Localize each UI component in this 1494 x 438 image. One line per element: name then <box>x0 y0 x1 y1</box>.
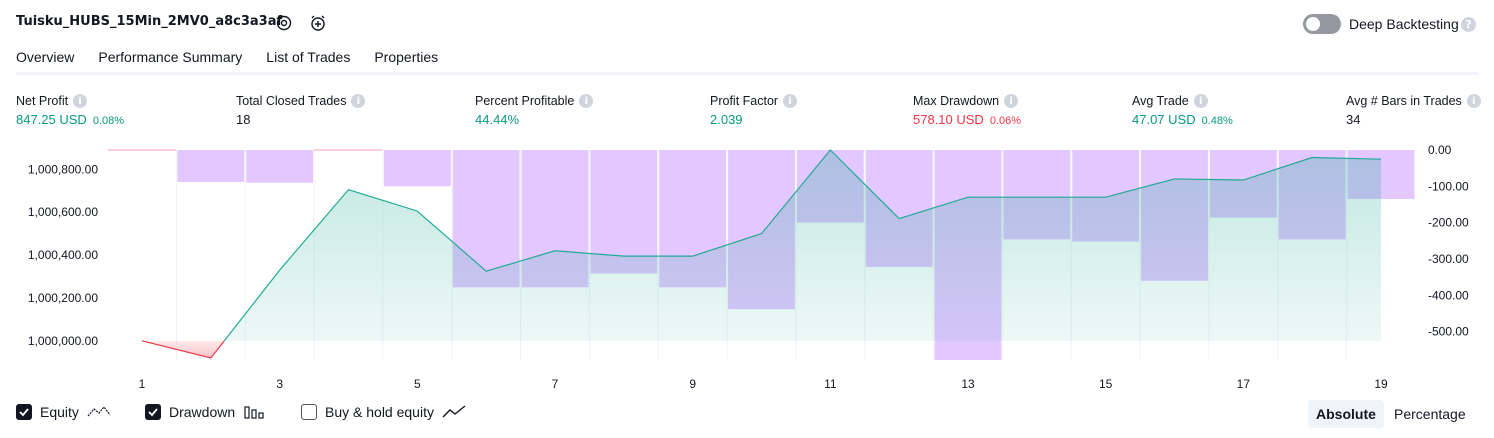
info-icon[interactable]: i <box>1193 94 1208 108</box>
right-axis-tick-label: -300.00 <box>1428 252 1469 266</box>
x-axis-tick-label: 5 <box>414 377 421 391</box>
legend-drawdown[interactable]: Drawdown <box>145 404 265 420</box>
buy-hold-checkbox[interactable] <box>301 404 317 420</box>
x-axis-tick-label: 9 <box>689 377 696 391</box>
gear-icon <box>276 15 292 31</box>
metric-value: 44.44% <box>475 112 520 127</box>
metric-value: 847.25 USD <box>16 112 87 127</box>
absolute-toggle[interactable]: Absolute <box>1308 400 1384 428</box>
alarm-clock-plus-icon <box>311 15 325 31</box>
metric-label: Net Profit <box>16 94 69 108</box>
x-axis-tick-label: 1 <box>139 377 146 391</box>
left-axis-tick-label: 1,000,600.00 <box>28 205 98 219</box>
left-axis-tick-label: 1,000,800.00 <box>28 162 98 176</box>
metric-label: Profit Factor <box>710 94 779 108</box>
drawdown-bar <box>383 150 451 187</box>
tab-properties[interactable]: Properties <box>374 47 438 75</box>
equity-line-icon <box>87 406 111 417</box>
legend-equity[interactable]: Equity <box>16 404 111 420</box>
right-axis-tick-label: 0.00 <box>1428 143 1452 157</box>
deep-backtesting-toggle[interactable] <box>1303 14 1341 34</box>
percentage-toggle[interactable]: Percentage <box>1386 400 1474 428</box>
left-axis-tick-label: 1,000,000.00 <box>28 334 98 348</box>
metric-percent: 0.06% <box>989 115 1022 127</box>
metric-label: Avg Trade <box>1132 94 1189 108</box>
legend-equity-label: Equity <box>40 404 79 420</box>
tab-overview[interactable]: Overview <box>16 47 75 75</box>
settings-icon[interactable] <box>274 13 294 33</box>
metric-value: 47.07 USD <box>1132 112 1196 127</box>
metric-value: 34 <box>1346 112 1361 127</box>
right-axis-tick-label: -200.00 <box>1428 216 1469 230</box>
tab-performance-summary[interactable]: Performance Summary <box>98 47 242 75</box>
help-icon[interactable]: ? <box>1461 17 1476 32</box>
metric-value: 18 <box>236 112 251 127</box>
x-axis-tick-label: 15 <box>1099 377 1113 391</box>
x-axis-tick-label: 19 <box>1374 377 1388 391</box>
metric-avg-bars-in-trades: Avg # Bars in Trades i 34 <box>1346 94 1481 127</box>
drawdown-checkbox[interactable] <box>145 404 161 420</box>
drawdown-bars-icon <box>244 406 264 419</box>
legend-drawdown-label: Drawdown <box>169 404 236 420</box>
check-icon <box>148 408 158 417</box>
left-axis-tick-label: 1,000,200.00 <box>28 291 98 305</box>
info-icon[interactable]: i <box>579 94 594 108</box>
metric-value: 2.039 <box>710 112 743 127</box>
equity-drawdown-chart[interactable]: 1,000,800.00 1,000,600.00 1,000,400.00 1,00… <box>0 140 1494 395</box>
metric-avg-trade: Avg Trade i 47.07 USD 0.48% <box>1132 94 1233 127</box>
legend-buy-hold[interactable]: Buy & hold equity <box>301 404 466 420</box>
right-axis-tick-label: -100.00 <box>1428 179 1469 193</box>
info-icon[interactable]: i <box>73 94 88 108</box>
equity-checkbox[interactable] <box>16 404 32 420</box>
left-axis-tick-label: 1,000,400.00 <box>28 248 98 262</box>
x-axis-tick-label: 13 <box>961 377 975 391</box>
x-axis-tick-label: 3 <box>276 377 283 391</box>
metric-percent: 0.08% <box>92 115 125 127</box>
x-axis-tick-label: 17 <box>1237 377 1251 391</box>
right-axis-tick-label: -500.00 <box>1428 325 1469 339</box>
deep-backtesting-label: Deep Backtesting <box>1349 16 1459 32</box>
metric-label: Max Drawdown <box>913 94 1000 108</box>
metric-profit-factor: Profit Factor i 2.039 <box>710 94 798 127</box>
metric-percent-profitable: Percent Profitable i 44.44% <box>475 94 594 127</box>
info-icon[interactable]: i <box>1004 94 1019 108</box>
x-axis-tick-label: 7 <box>552 377 559 391</box>
buy-hold-line-icon <box>442 405 466 418</box>
add-alert-icon[interactable] <box>308 13 328 33</box>
drawdown-bar <box>177 150 245 182</box>
tabs-divider <box>16 72 1478 75</box>
metric-net-profit: Net Profit i 847.25 USD 0.08% <box>16 94 124 127</box>
metric-value: 578.10 USD <box>913 112 984 127</box>
metric-label: Avg # Bars in Trades <box>1346 94 1462 108</box>
tab-list-of-trades[interactable]: List of Trades <box>266 47 350 75</box>
right-axis-tick-label: -400.00 <box>1428 288 1469 302</box>
metric-percent: 0.48% <box>1201 115 1233 127</box>
metric-label: Percent Profitable <box>475 94 575 108</box>
check-icon <box>19 408 29 417</box>
metric-total-closed-trades: Total Closed Trades i 18 <box>236 94 366 127</box>
drawdown-bar <box>246 150 314 183</box>
info-icon[interactable]: i <box>1466 94 1481 108</box>
x-axis-tick-label: 11 <box>824 377 837 391</box>
info-icon[interactable]: i <box>351 94 366 108</box>
metric-max-drawdown: Max Drawdown i 578.10 USD 0.06% <box>913 94 1021 127</box>
strategy-title: Tuisku_HUBS_15Min_2MV0_a8c3a3af <box>16 14 283 29</box>
metric-label: Total Closed Trades <box>236 94 347 108</box>
tab-bar: Overview Performance Summary List of Tra… <box>16 47 462 75</box>
info-icon[interactable]: i <box>783 94 798 108</box>
legend-buy-hold-label: Buy & hold equity <box>325 404 434 420</box>
